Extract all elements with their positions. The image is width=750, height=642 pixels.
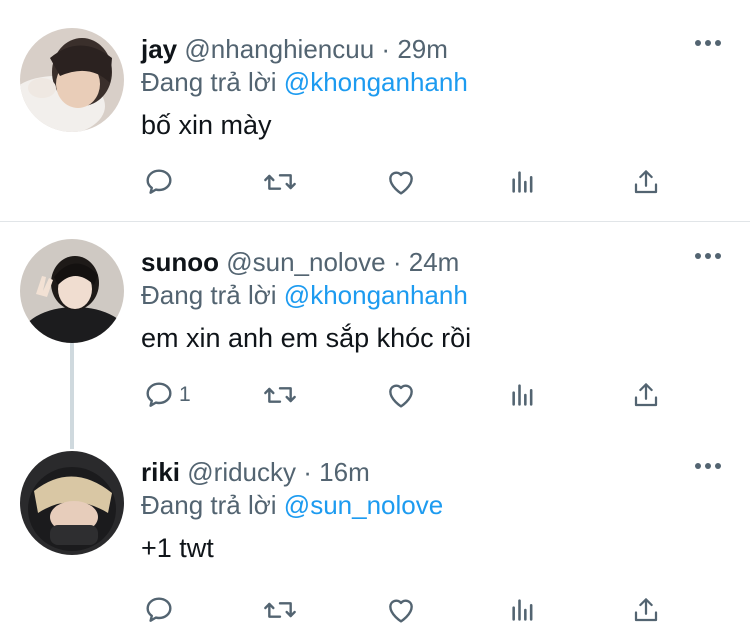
user-handle[interactable]: @riducky [187,457,296,487]
more-icon[interactable] [694,459,722,471]
action-bar [141,593,681,627]
heart-icon [389,384,413,408]
separator-dot: · [392,247,402,277]
display-name[interactable]: riki [141,457,180,487]
tweet-header: riki @riducky · 16m [141,455,370,489]
avatar[interactable] [20,239,124,343]
tweet-text: bố xin mày [141,110,272,140]
like-button[interactable] [385,593,417,627]
replying-to: Đang trả lời @khonganhanh [141,278,468,312]
share-icon [634,170,658,194]
like-button[interactable] [385,378,417,412]
mention-link[interactable]: @khonganhanh [284,67,468,97]
avatar-photo [20,28,124,132]
display-name[interactable]: sunoo [141,247,219,277]
display-name[interactable]: jay [141,34,177,64]
reply-icon [146,382,172,407]
divider [0,221,750,222]
reply-button[interactable]: 1 [143,378,191,412]
share-icon [634,598,658,622]
reply-button[interactable] [143,165,179,199]
share-button[interactable] [631,378,661,412]
mention-link[interactable]: @sun_nolove [284,490,443,520]
avatar[interactable] [20,451,124,555]
replying-prefix: Đang trả lời [141,490,277,520]
timestamp[interactable]: 29m [397,34,448,64]
retweet-icon [264,174,296,190]
tweet-text: +1 twt [141,533,214,563]
separator-dot: · [381,34,391,64]
tweet[interactable]: riki @riducky · 16m Đang trả lời @sun_no… [0,451,750,642]
views-icon [512,171,533,193]
reply-count: 1 [179,383,191,406]
reply-icon [146,169,172,194]
retweet-button[interactable] [262,378,298,412]
tweet-header: sunoo @sun_nolove · 24m [141,245,459,279]
replying-prefix: Đang trả lời [141,67,277,97]
more-icon[interactable] [694,249,722,261]
share-icon [634,383,658,407]
replying-prefix: Đang trả lời [141,280,277,310]
reply-button[interactable] [143,593,179,627]
avatar-photo [20,451,124,555]
views-icon [512,384,533,406]
reply-icon [146,597,172,622]
retweet-button[interactable] [262,165,298,199]
heart-icon [389,599,413,623]
timestamp[interactable]: 16m [319,457,370,487]
mention-link[interactable]: @khonganhanh [284,280,468,310]
retweet-button[interactable] [262,593,298,627]
replying-to: Đang trả lời @sun_nolove [141,488,443,522]
views-icon [512,599,533,621]
views-button[interactable] [509,593,537,627]
user-handle[interactable]: @nhanghiencuu [184,34,374,64]
views-button[interactable] [509,378,537,412]
heart-icon [389,171,413,195]
tweet-text: em xin anh em sắp khóc rồi [141,323,472,353]
user-handle[interactable]: @sun_nolove [226,247,385,277]
more-icon[interactable] [694,36,722,48]
tweet-header: jay @nhanghiencuu · 29m [141,32,448,66]
tweet[interactable]: jay @nhanghiencuu · 29m Đang trả lời @kh… [0,28,750,222]
views-button[interactable] [509,165,537,199]
action-bar: 1 [141,378,681,412]
replying-to: Đang trả lời @khonganhanh [141,65,468,99]
share-button[interactable] [631,165,661,199]
avatar-photo [20,239,124,343]
action-bar [141,165,681,199]
separator-dot: · [303,457,312,487]
avatar[interactable] [20,28,124,132]
timestamp[interactable]: 24m [409,247,460,277]
share-button[interactable] [631,593,661,627]
like-button[interactable] [385,165,417,199]
tweet[interactable]: sunoo @sun_nolove · 24m Đang trả lời @kh… [0,239,750,445]
retweet-icon [264,602,296,618]
retweet-icon [264,387,296,403]
